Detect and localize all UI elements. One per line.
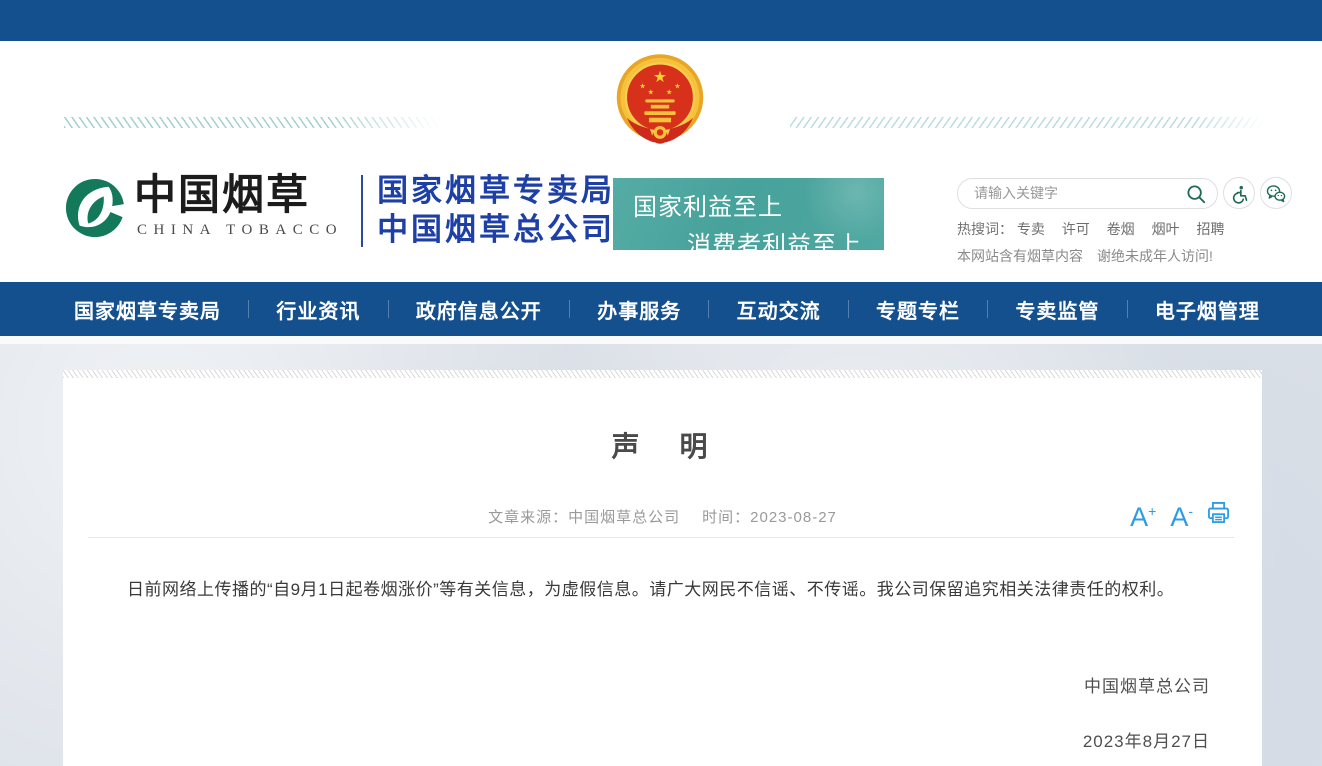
accessibility-icon xyxy=(1229,184,1250,205)
article-signature: 中国烟草总公司 xyxy=(63,672,1210,697)
font-decrease-button[interactable]: A- xyxy=(1170,497,1193,531)
article-meta-row: 文章来源：中国烟草总公司时间：2023-08-27 A+ A- xyxy=(63,501,1262,529)
slogan-banner: 国家利益至上 消费者利益至上 xyxy=(613,178,884,250)
source-value: 中国烟草总公司 xyxy=(568,509,680,526)
slogan-line1: 国家利益至上 xyxy=(633,187,884,222)
font-increase-button[interactable]: A+ xyxy=(1130,497,1156,531)
brand-name-cn: 中国烟草 xyxy=(134,171,343,219)
print-button[interactable] xyxy=(1205,499,1232,529)
svg-text:★: ★ xyxy=(647,88,654,97)
top-bar xyxy=(0,0,1322,41)
emblem-star-big: ★ xyxy=(653,69,667,86)
time-value: 2023-08-27 xyxy=(750,509,837,526)
hot-term-zhuanmai[interactable]: 专卖 xyxy=(1017,221,1045,237)
search-button[interactable] xyxy=(1185,183,1207,205)
nav-separator xyxy=(569,300,570,318)
page-background: 声 明 文章来源：中国烟草总公司时间：2023-08-27 A+ A- xyxy=(0,344,1322,766)
font-size-controls: A+ A- xyxy=(1116,497,1232,531)
nav-item-bureau[interactable]: 国家烟草专卖局 xyxy=(74,295,221,324)
slogan-line2: 消费者利益至上 xyxy=(687,225,884,250)
nav-item-special-topics[interactable]: 专题专栏 xyxy=(876,295,960,324)
main-nav: 国家烟草专卖局 行业资讯 政府信息公开 办事服务 互动交流 专题专栏 专卖监管 … xyxy=(0,282,1322,336)
hot-term-juanyan[interactable]: 卷烟 xyxy=(1107,221,1135,237)
svg-text:★: ★ xyxy=(666,88,673,97)
time-label: 时间： xyxy=(702,509,750,526)
search-area: 热搜词： 专卖 许可 卷烟 烟叶 招聘 本网站含有烟草内容 谢绝未成年人访问! xyxy=(957,177,1302,266)
nav-item-interaction[interactable]: 互动交流 xyxy=(737,295,821,324)
article-card: 声 明 文章来源：中国烟草总公司时间：2023-08-27 A+ A- xyxy=(63,370,1262,766)
meta-divider xyxy=(88,537,1234,538)
wechat-button[interactable] xyxy=(1260,177,1292,209)
search-icon xyxy=(1185,183,1207,205)
hot-term-zhaopin[interactable]: 招聘 xyxy=(1196,221,1224,237)
decorative-hatch-right xyxy=(790,117,1266,128)
logo-divider xyxy=(361,175,363,247)
nav-separator xyxy=(1127,300,1128,318)
search-box[interactable] xyxy=(957,178,1218,209)
hot-search-label: 热搜词： xyxy=(957,221,1013,237)
decorative-hatch-left xyxy=(64,117,442,128)
brand-name-en: CHINA TOBACCO xyxy=(137,222,343,239)
nav-separator xyxy=(388,300,389,318)
source-label: 文章来源： xyxy=(488,509,568,526)
wechat-icon xyxy=(1265,183,1287,205)
nav-item-gov-info[interactable]: 政府信息公开 xyxy=(416,295,542,324)
china-tobacco-logo-icon xyxy=(64,177,126,239)
national-emblem-icon: ★ ★ ★ ★ ★ xyxy=(614,51,706,155)
printer-icon xyxy=(1205,499,1232,526)
nav-item-monopoly-supervision[interactable]: 专卖监管 xyxy=(1015,295,1099,324)
hot-term-xuke[interactable]: 许可 xyxy=(1062,221,1090,237)
accessibility-button[interactable] xyxy=(1223,177,1255,209)
nav-separator xyxy=(248,300,249,318)
site-header: ★ ★ ★ ★ ★ 中国烟草 CHINA TOBACCO 国家烟草专卖局 中国烟… xyxy=(0,41,1322,295)
nav-separator xyxy=(848,300,849,318)
nav-item-industry-news[interactable]: 行业资讯 xyxy=(276,295,360,324)
article-title: 声 明 xyxy=(63,425,1262,465)
minor-access-notice: 本网站含有烟草内容 谢绝未成年人访问! xyxy=(957,246,1302,266)
card-top-hatch xyxy=(63,370,1262,378)
search-input[interactable] xyxy=(974,185,1184,201)
hot-term-yanye[interactable]: 烟叶 xyxy=(1152,221,1180,237)
org-name-line2: 中国烟草总公司 xyxy=(377,210,615,249)
nav-separator xyxy=(987,300,988,318)
nav-item-services[interactable]: 办事服务 xyxy=(597,295,681,324)
svg-text:★: ★ xyxy=(639,81,646,90)
nav-separator xyxy=(708,300,709,318)
org-name-line1: 国家烟草专卖局 xyxy=(377,171,615,210)
svg-text:★: ★ xyxy=(674,81,681,90)
article-body: 日前网络上传播的“自9月1日起卷烟涨价”等有关信息，为虚假信息。请广大网民不信谣… xyxy=(93,574,1232,606)
nav-item-ecigarette[interactable]: 电子烟管理 xyxy=(1155,295,1260,324)
brand-block[interactable]: 中国烟草 CHINA TOBACCO 国家烟草专卖局 中国烟草总公司 xyxy=(64,171,615,249)
article-date: 2023年8月27日 xyxy=(63,727,1210,752)
